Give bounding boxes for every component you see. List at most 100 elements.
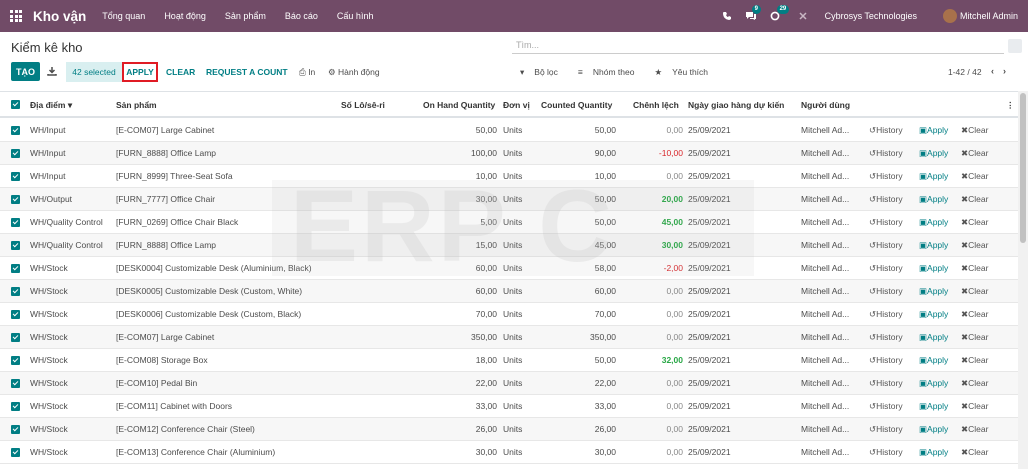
search-options-toggle[interactable] — [1008, 39, 1022, 53]
table-row[interactable]: WH/Stock [E-COM11] Cabinet with Doors 33,0… — [0, 395, 1018, 418]
col-on-hand[interactable]: On Hand Quantity — [423, 100, 495, 110]
table-row[interactable]: WH/Stock [DESK0006] Customizable Desk (Cu… — [0, 303, 1018, 326]
table-row[interactable]: WH/Output [FURN_7777] Office Chair 30,00 Un… — [0, 188, 1018, 211]
print-button[interactable]: ⎙ In — [299, 67, 315, 78]
row-clear-button[interactable]: ✖Clear — [961, 171, 988, 182]
company-switcher[interactable]: Cybrosys Technologies — [825, 11, 917, 21]
row-clear-button[interactable]: ✖Clear — [961, 148, 988, 159]
history-button[interactable]: ↺History — [869, 355, 903, 366]
row-checkbox[interactable] — [11, 218, 20, 229]
apply-button[interactable]: APPLY — [122, 62, 158, 82]
history-button[interactable]: ↺History — [869, 286, 903, 297]
row-clear-button[interactable]: ✖Clear — [961, 263, 988, 274]
cell-counted[interactable]: 60,00 — [540, 286, 616, 296]
cell-counted[interactable]: 10,00 — [540, 171, 616, 181]
row-clear-button[interactable]: ✖Clear — [961, 424, 988, 435]
filters-button[interactable]: ▾ Bộ lọc — [520, 67, 568, 78]
menu-products[interactable]: Sản phẩm — [225, 11, 266, 21]
cell-counted[interactable]: 90,00 — [540, 148, 616, 158]
row-clear-button[interactable]: ✖Clear — [961, 217, 988, 228]
row-clear-button[interactable]: ✖Clear — [961, 240, 988, 251]
row-checkbox[interactable] — [11, 379, 20, 390]
col-product[interactable]: Sản phẩm — [116, 100, 157, 110]
row-checkbox[interactable] — [11, 402, 20, 413]
search-input[interactable]: Tìm... — [512, 37, 1004, 54]
row-checkbox[interactable] — [11, 241, 20, 252]
col-location[interactable]: Địa điểm ▾ — [30, 100, 72, 111]
vertical-scrollbar[interactable] — [1018, 91, 1028, 469]
row-apply-button[interactable]: ▣Apply — [919, 194, 948, 205]
table-row[interactable]: WH/Stock [DESK0004] Customizable Desk (Al… — [0, 257, 1018, 280]
history-button[interactable]: ↺History — [869, 424, 903, 435]
row-apply-button[interactable]: ▣Apply — [919, 217, 948, 228]
table-row[interactable]: WH/Input [E-COM07] Large Cabinet 50,00 Unit… — [0, 119, 1018, 142]
col-user[interactable]: Người dùng — [801, 100, 850, 110]
request-count-button[interactable]: REQUEST A COUNT — [206, 67, 288, 77]
cell-counted[interactable]: 22,00 — [540, 378, 616, 388]
cell-counted[interactable]: 70,00 — [540, 309, 616, 319]
group-by-button[interactable]: ≡ Nhóm theo — [578, 67, 645, 78]
close-icon[interactable] — [799, 12, 807, 20]
clear-button[interactable]: CLEAR — [166, 67, 195, 77]
row-apply-button[interactable]: ▣Apply — [919, 171, 948, 182]
history-button[interactable]: ↺History — [869, 217, 903, 228]
history-button[interactable]: ↺History — [869, 378, 903, 389]
row-checkbox[interactable] — [11, 149, 20, 160]
phone-icon[interactable] — [722, 11, 732, 21]
row-checkbox[interactable] — [11, 195, 20, 206]
action-button[interactable]: ⚙ Hành động — [328, 67, 380, 78]
table-row[interactable]: WH/Stock [E-COM13] Conference Chair (Alum… — [0, 441, 1018, 464]
row-checkbox[interactable] — [11, 310, 20, 321]
row-apply-button[interactable]: ▣Apply — [919, 378, 948, 389]
table-row[interactable]: WH/Stock [E-COM08] Storage Box 18,00 Units 5… — [0, 349, 1018, 372]
row-checkbox[interactable] — [11, 287, 20, 298]
history-button[interactable]: ↺History — [869, 148, 903, 159]
cell-counted[interactable]: 26,00 — [540, 424, 616, 434]
history-button[interactable]: ↺History — [869, 263, 903, 274]
history-button[interactable]: ↺History — [869, 401, 903, 412]
row-apply-button[interactable]: ▣Apply — [919, 240, 948, 251]
row-clear-button[interactable]: ✖Clear — [961, 447, 988, 458]
history-button[interactable]: ↺History — [869, 447, 903, 458]
column-options-icon[interactable]: ⋮ — [1006, 100, 1015, 111]
chevron-left-icon[interactable]: ‹ — [991, 66, 994, 76]
row-checkbox[interactable] — [11, 172, 20, 183]
create-button[interactable]: TẠO — [11, 62, 40, 81]
cell-counted[interactable]: 50,00 — [540, 355, 616, 365]
cell-counted[interactable]: 50,00 — [540, 125, 616, 135]
table-row[interactable]: WH/Quality Control [FURN_8888] Office Lam… — [0, 234, 1018, 257]
row-apply-button[interactable]: ▣Apply — [919, 424, 948, 435]
table-row[interactable]: WH/Stock [E-COM07] Large Cabinet 350,00 Uni… — [0, 326, 1018, 349]
row-clear-button[interactable]: ✖Clear — [961, 332, 988, 343]
menu-operations[interactable]: Hoạt động — [164, 11, 206, 21]
row-apply-button[interactable]: ▣Apply — [919, 355, 948, 366]
table-row[interactable]: WH/Input [FURN_8999] Three-Seat Sofa 10,00… — [0, 165, 1018, 188]
table-row[interactable]: WH/Input [FURN_8888] Office Lamp 100,00 Uni… — [0, 142, 1018, 165]
select-all-checkbox[interactable] — [11, 100, 20, 111]
apps-menu-icon[interactable] — [0, 0, 32, 32]
history-button[interactable]: ↺History — [869, 309, 903, 320]
row-clear-button[interactable]: ✖Clear — [961, 378, 988, 389]
cell-counted[interactable]: 58,00 — [540, 263, 616, 273]
col-lot[interactable]: Số Lô/sê-ri — [341, 100, 385, 110]
row-apply-button[interactable]: ▣Apply — [919, 401, 948, 412]
col-difference[interactable]: Chênh lệch — [633, 100, 679, 110]
app-brand[interactable]: Kho vận — [33, 9, 86, 24]
cell-counted[interactable]: 33,00 — [540, 401, 616, 411]
menu-configuration[interactable]: Cấu hình — [337, 11, 374, 21]
col-uom[interactable]: Đơn vị — [503, 100, 530, 110]
col-scheduled-date[interactable]: Ngày giao hàng dự kiến — [688, 100, 784, 110]
row-checkbox[interactable] — [11, 264, 20, 275]
table-row[interactable]: WH/Quality Control [FURN_0269] Office Cha… — [0, 211, 1018, 234]
row-checkbox[interactable] — [11, 356, 20, 367]
history-button[interactable]: ↺History — [869, 194, 903, 205]
row-clear-button[interactable]: ✖Clear — [961, 286, 988, 297]
activity-icon[interactable]: 29 — [770, 5, 790, 21]
row-clear-button[interactable]: ✖Clear — [961, 125, 988, 136]
row-apply-button[interactable]: ▣Apply — [919, 286, 948, 297]
chevron-right-icon[interactable]: › — [1003, 66, 1006, 76]
row-apply-button[interactable]: ▣Apply — [919, 447, 948, 458]
favorites-button[interactable]: ★ Yêu thích — [654, 67, 718, 78]
row-checkbox[interactable] — [11, 126, 20, 137]
history-button[interactable]: ↺History — [869, 125, 903, 136]
